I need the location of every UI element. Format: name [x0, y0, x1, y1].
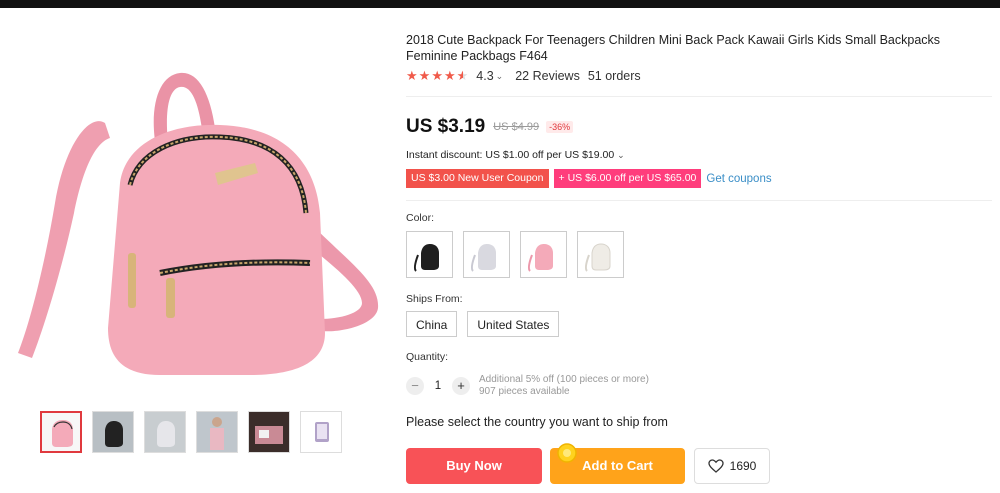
rating-row: ★ ★ ★ ★ ★ 4.3 ⌄ 22 Reviews 51 orders	[406, 69, 641, 84]
backpack-black-icon	[93, 412, 133, 452]
top-bar	[0, 0, 1000, 8]
wishlist-button[interactable]: 1690	[694, 448, 770, 484]
plus-icon: +	[558, 172, 565, 184]
thumbnail-black[interactable]	[92, 411, 134, 453]
backpack-size-icon	[301, 412, 341, 452]
divider	[406, 96, 992, 97]
thumbnail-pink[interactable]	[40, 411, 82, 453]
star-rating[interactable]: ★ ★ ★ ★ ★	[406, 69, 468, 83]
backpack-model-icon	[197, 412, 237, 452]
color-option-black[interactable]	[406, 231, 453, 278]
buy-now-button[interactable]: Buy Now	[406, 448, 542, 484]
wishlist-count: 1690	[729, 459, 757, 473]
thumbnail-inside[interactable]	[248, 411, 290, 453]
product-title: 2018 Cute Backpack For Teenagers Childre…	[406, 33, 941, 63]
star-icon: ★	[431, 68, 443, 83]
quantity-label: Quantity:	[406, 351, 449, 363]
reviews-link[interactable]: 22 Reviews	[515, 69, 580, 83]
color-option-gray[interactable]	[463, 231, 510, 278]
backpack-black-icon	[413, 243, 439, 272]
thumbnail-model[interactable]	[196, 411, 238, 453]
ships-from-options: China United States	[406, 311, 560, 337]
backpack-gray-icon	[470, 243, 496, 272]
chevron-down-icon: ⌄	[617, 150, 625, 160]
discount-badge: -36%	[546, 121, 574, 133]
divider	[406, 200, 992, 201]
thumbnail-strip	[40, 411, 342, 453]
backpack-pink-icon	[527, 243, 553, 272]
chevron-down-icon[interactable]: ⌄	[496, 71, 504, 82]
orders-count: 51 orders	[587, 69, 641, 83]
store-coupon[interactable]: + US $6.00 off per US $65.00	[553, 169, 702, 188]
original-price: US $4.99	[493, 121, 540, 133]
ships-from-label: Ships From:	[406, 293, 463, 305]
coin-icon	[557, 443, 577, 463]
heart-icon	[707, 459, 724, 473]
star-half-icon: ★	[456, 68, 469, 83]
thumbnail-size[interactable]	[300, 411, 342, 453]
current-price: US $3.19	[406, 116, 486, 137]
backpack-white-icon	[584, 242, 610, 272]
instant-discount[interactable]: Instant discount: US $1.00 off per US $1…	[406, 149, 625, 161]
thumbnail-gray[interactable]	[144, 411, 186, 453]
select-country-message: Please select the country you want to sh…	[406, 415, 668, 429]
coupon-row: US $3.00 New User Coupon + US $6.00 off …	[406, 169, 772, 188]
add-to-cart-label: Add to Cart	[582, 458, 653, 473]
quantity-value[interactable]: 1	[424, 380, 452, 392]
backpack-pink-icon	[52, 420, 73, 447]
quantity-info: Additional 5% off (100 pieces or more) 9…	[479, 374, 649, 398]
star-icon: ★	[406, 68, 418, 83]
star-icon: ★	[443, 68, 456, 83]
price-row: US $3.19 US $4.99 -36%	[406, 116, 574, 138]
main-product-image[interactable]	[10, 63, 382, 383]
color-options	[406, 231, 624, 278]
rating-value[interactable]: 4.3	[476, 69, 493, 83]
ship-option-united-states[interactable]: United States	[467, 311, 560, 337]
image-gallery	[0, 8, 400, 493]
store-coupon-text: US $6.00 off per US $65.00	[567, 172, 697, 184]
star-icon: ★	[418, 68, 431, 83]
color-label: Color:	[406, 212, 435, 224]
get-coupons-link[interactable]: Get coupons	[706, 173, 771, 185]
ship-option-china[interactable]: China	[406, 311, 458, 337]
color-option-pink[interactable]	[520, 231, 567, 278]
increase-quantity-button[interactable]: +	[452, 377, 470, 395]
new-user-coupon[interactable]: US $3.00 New User Coupon	[406, 169, 549, 188]
backpack-inside-icon	[249, 412, 289, 452]
stock-available-text: 907 pieces available	[479, 386, 570, 397]
instant-discount-text: Instant discount: US $1.00 off per US $1…	[406, 149, 615, 161]
quantity-stepper: − 1 + Additional 5% off (100 pieces or m…	[406, 374, 649, 398]
decrease-quantity-button[interactable]: −	[406, 377, 424, 395]
bulk-discount-text: Additional 5% off (100 pieces or more)	[479, 374, 649, 385]
color-option-white[interactable]	[577, 231, 624, 278]
add-to-cart-button[interactable]: Add to Cart	[550, 443, 685, 484]
backpack-gray-icon	[145, 412, 185, 452]
